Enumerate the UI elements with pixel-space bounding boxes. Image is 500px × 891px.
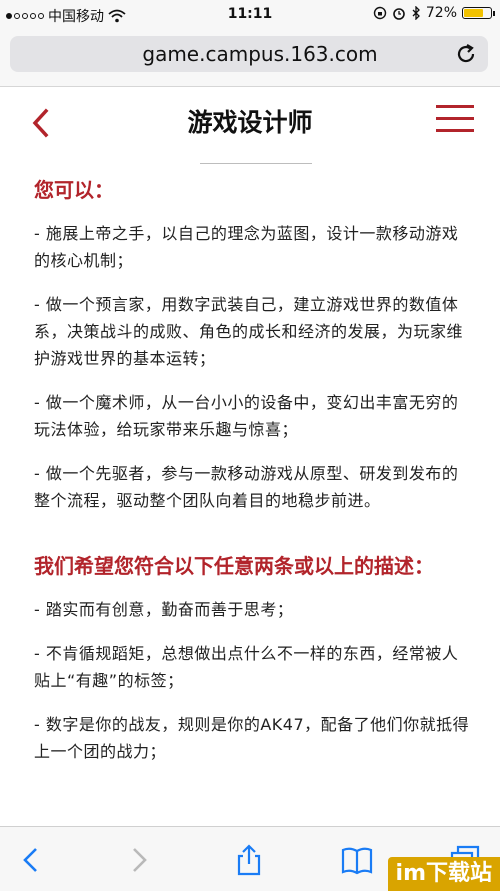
browser-bottom-toolbar: im下载站 <box>0 826 500 891</box>
list-item: - 施展上帝之手，以自己的理念为蓝图，设计一款移动游戏的核心机制； <box>34 224 459 270</box>
list-item: - 数字是你的战友，规则是你的AK47，配备了他们你就抵得上一个团的战力； <box>34 715 470 761</box>
status-right: 72% <box>373 5 495 21</box>
title-divider <box>200 163 312 164</box>
menu-icon[interactable] <box>436 105 474 133</box>
battery-fill <box>464 9 483 17</box>
browser-forward-icon[interactable] <box>122 843 156 877</box>
section-you-can: 您可以： - 施展上帝之手，以自己的理念为蓝图，设计一款移动游戏的核心机制； -… <box>34 176 472 514</box>
reload-icon[interactable] <box>454 42 478 66</box>
bluetooth-icon <box>412 6 420 20</box>
list-item: - 做一个先驱者，参与一款移动游戏从原型、研发到发布的整个流程，驱动整个团队向着… <box>34 464 459 510</box>
list-item: - 做一个魔术师，从一台小小的设备中，变幻出丰富无穷的玩法体验，给玩家带来乐趣与… <box>34 393 459 439</box>
share-icon[interactable] <box>232 843 266 877</box>
section-title: 您可以： <box>34 178 114 202</box>
browser-toolbar: game.campus.163.com <box>0 30 500 87</box>
list-item: - 踏实而有创意，勤奋而善于思考； <box>34 600 294 619</box>
rotation-lock-icon <box>373 6 387 20</box>
page-title: 游戏设计师 <box>187 108 313 137</box>
article-content: 您可以： - 施展上帝之手，以自己的理念为蓝图，设计一款移动游戏的核心机制； -… <box>34 176 472 782</box>
alarm-icon <box>393 8 405 20</box>
url-text[interactable]: game.campus.163.com <box>10 42 470 66</box>
battery-percent: 72% <box>425 5 457 21</box>
bookmarks-icon[interactable] <box>340 843 374 877</box>
address-bar[interactable]: game.campus.163.com <box>10 36 488 72</box>
browser-back-icon[interactable] <box>14 843 48 877</box>
list-item: - 不肯循规蹈矩，总想做出点什么不一样的东西，经常被人贴上“有趣”的标签； <box>34 644 459 690</box>
status-bar: 中国移动 11:11 72% <box>0 0 500 30</box>
watermark-logo: im下载站 <box>387 857 500 891</box>
battery-icon <box>462 7 495 19</box>
list-item: - 做一个预言家，用数字武装自己，建立游戏世界的数值体系，决策战斗的成败、角色的… <box>34 295 464 368</box>
section-title: 我们希望您符合以下任意两条或以上的描述： <box>34 554 434 578</box>
page-header: 游戏设计师 <box>0 87 500 177</box>
section-requirements: 我们希望您符合以下任意两条或以上的描述： - 踏实而有创意，勤奋而善于思考； -… <box>34 552 472 765</box>
